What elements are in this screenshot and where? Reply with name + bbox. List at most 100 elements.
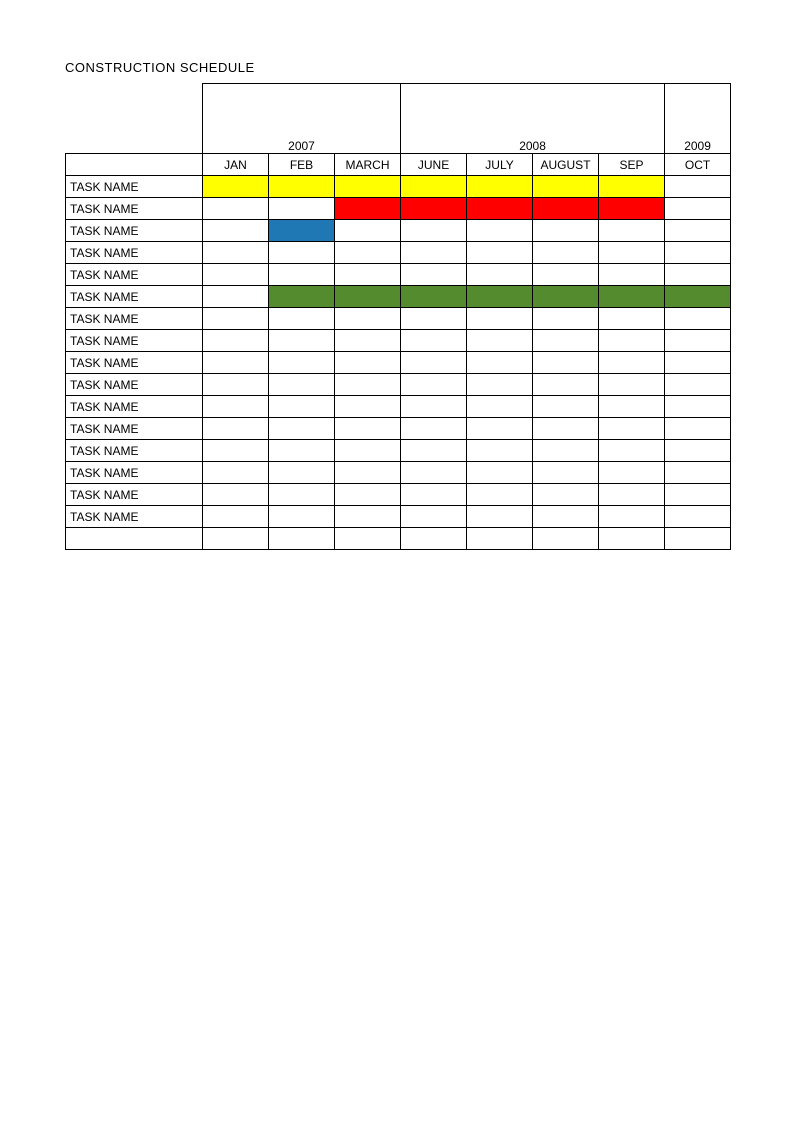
gantt-cell[interactable] [335,374,401,396]
gantt-cell[interactable] [533,506,599,528]
gantt-cell[interactable] [401,462,467,484]
gantt-cell[interactable] [599,264,665,286]
gantt-cell[interactable] [665,198,731,220]
task-name-cell[interactable]: TASK NAME [66,176,203,198]
gantt-cell[interactable] [269,418,335,440]
task-name-cell[interactable]: TASK NAME [66,506,203,528]
gantt-cell[interactable] [533,308,599,330]
gantt-cell[interactable] [665,352,731,374]
gantt-cell[interactable] [665,330,731,352]
gantt-cell[interactable] [269,330,335,352]
gantt-cell[interactable] [665,506,731,528]
gantt-cell[interactable] [467,484,533,506]
gantt-cell[interactable] [599,506,665,528]
gantt-cell[interactable] [467,462,533,484]
gantt-cell[interactable] [533,484,599,506]
gantt-cell[interactable] [533,330,599,352]
gantt-cell[interactable] [203,198,269,220]
gantt-cell[interactable] [335,308,401,330]
gantt-cell[interactable] [467,264,533,286]
gantt-cell[interactable] [335,418,401,440]
gantt-cell[interactable] [401,374,467,396]
gantt-cell[interactable] [269,308,335,330]
gantt-cell[interactable] [401,286,467,308]
gantt-cell[interactable] [269,484,335,506]
gantt-cell[interactable] [203,242,269,264]
gantt-cell[interactable] [665,374,731,396]
gantt-cell[interactable] [665,396,731,418]
gantt-cell[interactable] [467,286,533,308]
gantt-cell[interactable] [467,242,533,264]
gantt-cell[interactable] [467,220,533,242]
gantt-cell[interactable] [203,330,269,352]
gantt-cell[interactable] [335,220,401,242]
gantt-cell[interactable] [203,264,269,286]
gantt-cell[interactable] [467,198,533,220]
gantt-cell[interactable] [467,330,533,352]
task-name-cell[interactable]: TASK NAME [66,308,203,330]
task-name-cell[interactable]: TASK NAME [66,374,203,396]
gantt-cell[interactable] [335,264,401,286]
gantt-cell[interactable] [335,396,401,418]
task-name-cell[interactable]: TASK NAME [66,286,203,308]
gantt-cell[interactable] [599,330,665,352]
gantt-cell[interactable] [467,374,533,396]
gantt-cell[interactable] [401,396,467,418]
gantt-cell[interactable] [665,220,731,242]
gantt-cell[interactable] [599,198,665,220]
gantt-cell[interactable] [665,440,731,462]
gantt-cell[interactable] [665,462,731,484]
task-name-cell[interactable]: TASK NAME [66,198,203,220]
gantt-cell[interactable] [467,440,533,462]
gantt-cell[interactable] [401,484,467,506]
gantt-cell[interactable] [203,374,269,396]
gantt-cell[interactable] [203,220,269,242]
gantt-cell[interactable] [203,440,269,462]
gantt-cell[interactable] [533,440,599,462]
gantt-cell[interactable] [269,242,335,264]
gantt-cell[interactable] [335,506,401,528]
gantt-cell[interactable] [665,308,731,330]
gantt-cell[interactable] [533,396,599,418]
gantt-cell[interactable] [269,440,335,462]
gantt-cell[interactable] [335,484,401,506]
gantt-cell[interactable] [269,352,335,374]
gantt-cell[interactable] [599,308,665,330]
gantt-cell[interactable] [401,198,467,220]
gantt-cell[interactable] [533,352,599,374]
gantt-cell[interactable] [269,198,335,220]
gantt-cell[interactable] [533,220,599,242]
gantt-cell[interactable] [533,462,599,484]
task-name-cell[interactable]: TASK NAME [66,330,203,352]
task-name-cell[interactable]: TASK NAME [66,462,203,484]
gantt-cell[interactable] [335,242,401,264]
gantt-cell[interactable] [599,462,665,484]
gantt-cell[interactable] [467,396,533,418]
gantt-cell[interactable] [269,506,335,528]
gantt-cell[interactable] [335,462,401,484]
gantt-cell[interactable] [203,418,269,440]
gantt-cell[interactable] [401,418,467,440]
gantt-cell[interactable] [203,286,269,308]
gantt-cell[interactable] [467,418,533,440]
gantt-cell[interactable] [269,462,335,484]
gantt-cell[interactable] [467,176,533,198]
gantt-cell[interactable] [269,220,335,242]
gantt-cell[interactable] [665,176,731,198]
gantt-cell[interactable] [533,176,599,198]
task-name-cell[interactable]: TASK NAME [66,264,203,286]
gantt-cell[interactable] [533,418,599,440]
gantt-cell[interactable] [533,374,599,396]
gantt-cell[interactable] [401,330,467,352]
task-name-cell[interactable]: TASK NAME [66,484,203,506]
gantt-cell[interactable] [335,330,401,352]
gantt-cell[interactable] [467,506,533,528]
gantt-cell[interactable] [401,220,467,242]
gantt-cell[interactable] [599,242,665,264]
gantt-cell[interactable] [599,484,665,506]
gantt-cell[interactable] [203,308,269,330]
gantt-cell[interactable] [335,198,401,220]
gantt-cell[interactable] [269,396,335,418]
gantt-cell[interactable] [599,440,665,462]
gantt-cell[interactable] [599,352,665,374]
